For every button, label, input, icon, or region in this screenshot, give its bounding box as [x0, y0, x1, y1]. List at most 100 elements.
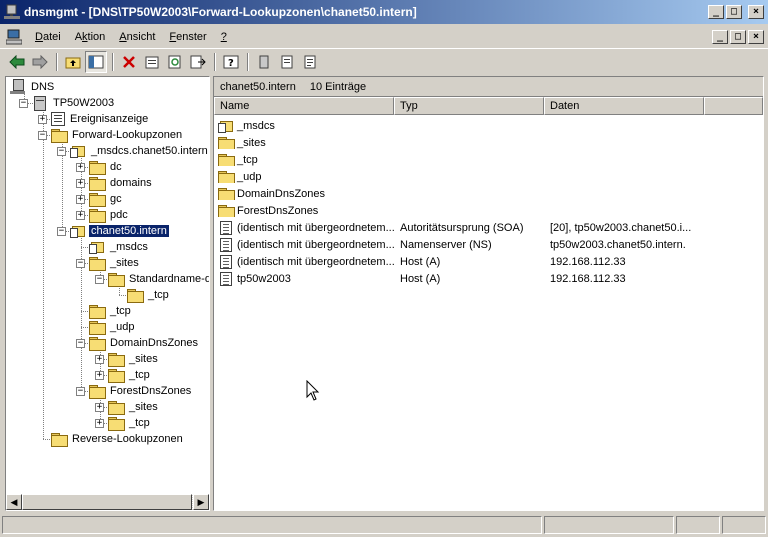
tree-item[interactable]: − Standardname-de: [95, 271, 209, 287]
export-list-button[interactable]: [187, 51, 209, 73]
tree-item[interactable]: _tcp: [76, 303, 133, 319]
tree-item-label[interactable]: TP50W2003: [51, 97, 116, 109]
menu-datei[interactable]: Datei: [28, 31, 68, 43]
list-item[interactable]: (identisch mit übergeordnetem... Autoritä…: [214, 219, 763, 236]
expand-toggle-icon[interactable]: +: [38, 114, 47, 124]
expand-toggle-icon[interactable]: +: [95, 370, 104, 380]
expand-toggle-icon[interactable]: +: [76, 162, 85, 172]
tree-item-label[interactable]: Ereignisanzeige: [68, 113, 150, 125]
menu-aktion[interactable]: Aktion: [68, 31, 113, 43]
tree-item-label[interactable]: _msdcs.chanet50.intern: [89, 145, 209, 157]
tree-item[interactable]: + gc: [76, 191, 124, 207]
scroll-left-button[interactable]: ◀: [6, 494, 22, 510]
list-item[interactable]: (identisch mit übergeordnetem... Namenser…: [214, 236, 763, 253]
expand-toggle-icon[interactable]: +: [95, 402, 104, 412]
help-button[interactable]: ?: [220, 51, 242, 73]
refresh-button[interactable]: [164, 51, 186, 73]
tree-item[interactable]: + pdc: [76, 207, 130, 223]
tree-item-label[interactable]: _sites: [127, 401, 160, 413]
tree-item-label[interactable]: ForestDnsZones: [108, 385, 193, 397]
tree-item[interactable]: − ForestDnsZones: [76, 383, 193, 399]
minimize-button[interactable]: _: [708, 5, 724, 19]
collapse-toggle-icon[interactable]: −: [95, 274, 104, 284]
list-item[interactable]: (identisch mit übergeordnetem... Host (A)…: [214, 253, 763, 270]
tree-item-label[interactable]: Forward-Lookupzonen: [70, 129, 184, 141]
list-item[interactable]: _udp: [214, 168, 763, 185]
tree-item[interactable]: + domains: [76, 175, 154, 191]
tree-item[interactable]: − Forward-Lookupzonen: [38, 127, 184, 143]
scroll-thumb[interactable]: [22, 494, 192, 510]
tree-item[interactable]: + Ereignisanzeige: [38, 111, 150, 127]
show-hide-tree-button[interactable]: [85, 50, 107, 73]
expand-toggle-icon[interactable]: +: [95, 354, 104, 364]
back-button[interactable]: [6, 51, 28, 73]
tree-item[interactable]: + _sites: [95, 399, 160, 415]
tree-item-label[interactable]: Standardname-de: [127, 273, 209, 285]
expand-toggle-icon[interactable]: +: [95, 418, 104, 428]
tree-item-label[interactable]: dc: [108, 161, 124, 173]
child-minimize-button[interactable]: _: [712, 30, 728, 44]
tree-item[interactable]: + _tcp: [95, 415, 152, 431]
tree-item[interactable]: _msdcs: [76, 239, 150, 255]
tree-item-label[interactable]: _sites: [108, 257, 141, 269]
tree-item-label[interactable]: pdc: [108, 209, 130, 221]
tree-item-label[interactable]: _tcp: [108, 305, 133, 317]
close-button[interactable]: ×: [748, 5, 764, 19]
menu-help[interactable]: ?: [214, 31, 234, 43]
expand-toggle-icon[interactable]: +: [76, 178, 85, 188]
tree-item[interactable]: + dc: [76, 159, 124, 175]
mmc-console-icon[interactable]: [5, 29, 23, 45]
tree-item[interactable]: Reverse-Lookupzonen: [38, 431, 185, 447]
tree-item[interactable]: DNS: [10, 79, 56, 95]
menu-fenster[interactable]: Fenster: [162, 31, 213, 43]
tree-item[interactable]: _udp: [76, 319, 136, 335]
tree-item[interactable]: + _tcp: [95, 367, 152, 383]
delete-button[interactable]: [118, 51, 140, 73]
expand-toggle-icon[interactable]: +: [76, 210, 85, 220]
scroll-right-button[interactable]: ▶: [193, 494, 209, 510]
list-item[interactable]: _sites: [214, 134, 763, 151]
collapse-toggle-icon[interactable]: −: [76, 386, 85, 396]
list-item[interactable]: tp50w2003 Host (A) 192.168.112.33: [214, 270, 763, 287]
tree-item[interactable]: _tcp: [114, 287, 171, 303]
tree-item-label[interactable]: chanet50.intern: [88, 224, 170, 238]
tree-item-label[interactable]: _msdcs: [108, 241, 150, 253]
tree-item[interactable]: − chanet50.intern: [57, 223, 170, 239]
tree-item[interactable]: − _msdcs.chanet50.intern: [57, 143, 209, 159]
list-item[interactable]: ForestDnsZones: [214, 202, 763, 219]
tree-item-label[interactable]: gc: [108, 193, 124, 205]
console-tree[interactable]: DNS − TP50W2003 + Ereignisanzeige − Forward-Lo…: [5, 76, 210, 511]
tree-item-label[interactable]: domains: [108, 177, 154, 189]
forward-button[interactable]: [29, 51, 51, 73]
new-delegation-button[interactable]: [299, 51, 321, 73]
child-close-button[interactable]: ×: [748, 30, 764, 44]
tree-item[interactable]: − TP50W2003: [19, 95, 116, 111]
column-header-data[interactable]: Daten: [544, 97, 704, 115]
tree-item-label[interactable]: _tcp: [127, 417, 152, 429]
list-item[interactable]: _msdcs: [214, 117, 763, 134]
tree-item-label[interactable]: _udp: [108, 321, 136, 333]
collapse-toggle-icon[interactable]: −: [76, 258, 85, 268]
title-bar[interactable]: dnsmgmt - [DNS\TP50W2003\Forward-Lookupz…: [0, 0, 768, 24]
new-host-button[interactable]: [253, 51, 275, 73]
tree-item[interactable]: + _sites: [95, 351, 160, 367]
results-pane[interactable]: chanet50.intern 10 Einträge Name Typ Dat…: [213, 76, 764, 511]
up-one-level-button[interactable]: [62, 51, 84, 73]
list-item[interactable]: _tcp: [214, 151, 763, 168]
tree-item[interactable]: − _sites: [76, 255, 141, 271]
collapse-toggle-icon[interactable]: −: [19, 98, 28, 108]
expand-toggle-icon[interactable]: +: [76, 194, 85, 204]
collapse-toggle-icon[interactable]: −: [38, 130, 47, 140]
tree-item[interactable]: − DomainDnsZones: [76, 335, 200, 351]
tree-item-label[interactable]: _tcp: [146, 289, 171, 301]
tree-item-label[interactable]: DNS: [29, 81, 56, 93]
column-header-name[interactable]: Name: [214, 97, 394, 115]
tree-item-label[interactable]: _tcp: [127, 369, 152, 381]
collapse-toggle-icon[interactable]: −: [57, 226, 66, 236]
properties-button[interactable]: [141, 51, 163, 73]
scroll-track[interactable]: [22, 494, 193, 510]
child-restore-button[interactable]: □: [730, 30, 746, 44]
tree-horizontal-scrollbar[interactable]: ◀ ▶: [6, 494, 209, 510]
collapse-toggle-icon[interactable]: −: [76, 338, 85, 348]
list-item[interactable]: DomainDnsZones: [214, 185, 763, 202]
